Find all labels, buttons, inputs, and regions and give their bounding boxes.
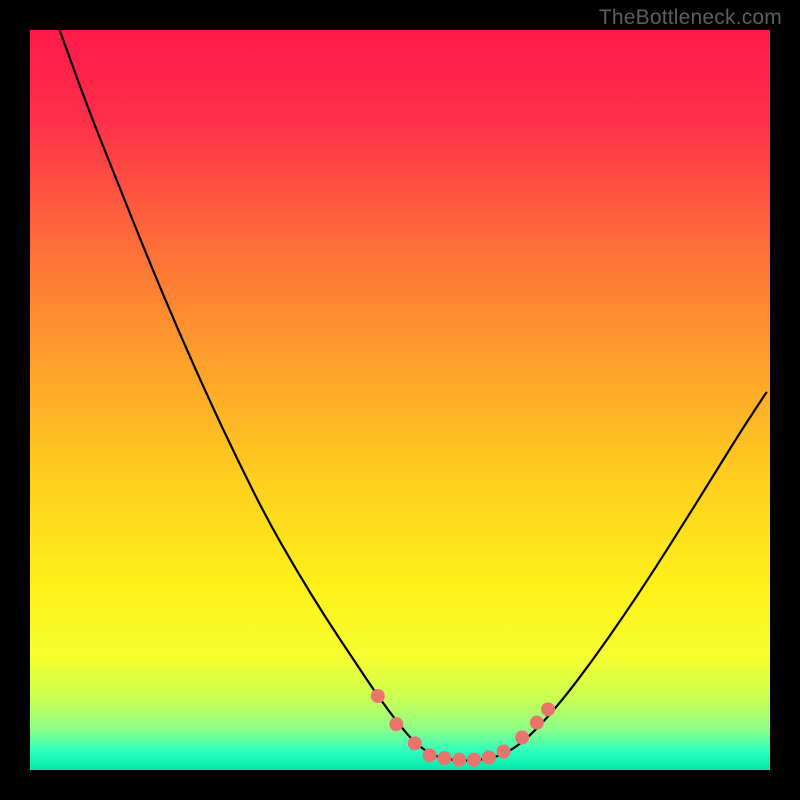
curve-marker <box>467 753 481 767</box>
chart-svg <box>30 30 770 770</box>
curve-marker <box>371 689 385 703</box>
chart-plot-area <box>30 30 770 770</box>
curve-marker <box>389 717 403 731</box>
curve-marker <box>541 702 555 716</box>
curve-marker <box>515 730 529 744</box>
curve-marker <box>482 750 496 764</box>
watermark-label: TheBottleneck.com <box>599 6 782 30</box>
curve-marker <box>530 716 544 730</box>
curve-marker <box>497 745 511 759</box>
chart-frame: TheBottleneck.com <box>0 0 800 800</box>
curve-marker <box>452 753 466 767</box>
curve-marker <box>408 736 422 750</box>
curve-marker <box>423 748 437 762</box>
curve-marker <box>437 751 451 765</box>
chart-background-gradient <box>30 30 770 770</box>
